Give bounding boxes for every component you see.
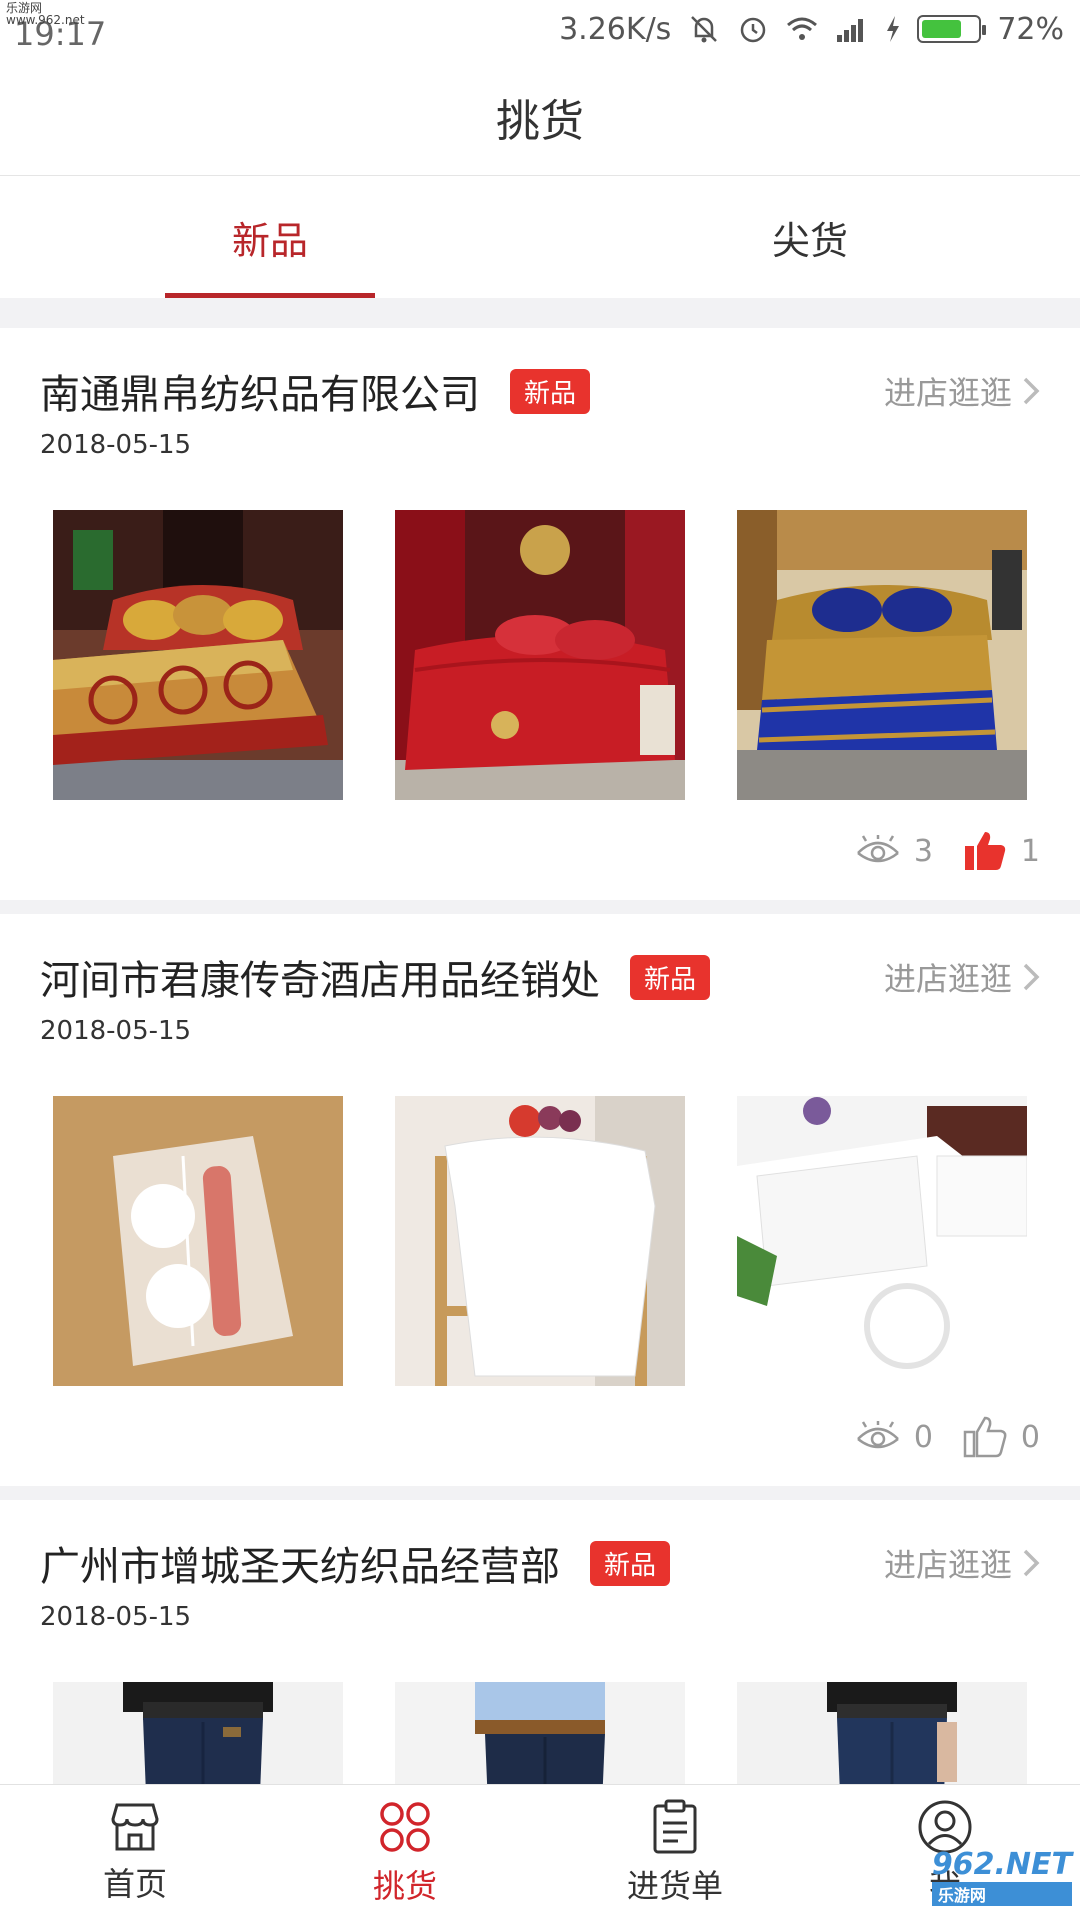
watermark-logo: 962.NET 乐游网 bbox=[931, 1847, 1072, 1906]
store-header: 河间市君康传奇酒店用品经销处 新品 进店逛逛 bbox=[0, 914, 1080, 1008]
battery-icon bbox=[917, 15, 987, 43]
product-image[interactable] bbox=[53, 1682, 343, 1784]
store-name[interactable]: 河间市君康传奇酒店用品经销处 bbox=[40, 948, 600, 1006]
views-stat: 0 bbox=[856, 1420, 933, 1455]
tab-new-items[interactable]: 新品 bbox=[0, 176, 540, 298]
nav-label: 首页 bbox=[102, 1864, 167, 1903]
store-header: 广州市增城圣天纺织品经营部 新品 进店逛逛 bbox=[0, 1500, 1080, 1594]
visit-store-link[interactable]: 进店逛逛 bbox=[884, 368, 1040, 414]
store-stats: 3 1 bbox=[0, 800, 1080, 900]
product-image[interactable] bbox=[53, 510, 343, 800]
store-feed[interactable]: 南通鼎帛纺织品有限公司 新品 进店逛逛 2018-05-15 3 1 河间市君康… bbox=[0, 298, 1080, 1784]
likes-stat[interactable]: 0 bbox=[963, 1416, 1040, 1458]
store-header: 南通鼎帛纺织品有限公司 新品 进店逛逛 bbox=[0, 328, 1080, 422]
views-count: 3 bbox=[913, 833, 933, 869]
store-card: 河间市君康传奇酒店用品经销处 新品 进店逛逛 2018-05-15 0 0 bbox=[0, 914, 1080, 1486]
visit-store-link[interactable]: 进店逛逛 bbox=[884, 1540, 1040, 1586]
battery-percent: 72% bbox=[997, 11, 1064, 47]
battery-fill bbox=[922, 20, 962, 38]
eye-icon bbox=[856, 1421, 899, 1449]
nav-pick-goods[interactable]: 挑货 bbox=[270, 1785, 540, 1920]
mute-icon bbox=[687, 12, 721, 46]
tab-bar: 新品 尖货 bbox=[0, 176, 1080, 298]
visit-label: 进店逛逛 bbox=[883, 374, 1012, 412]
chevron-right-icon bbox=[1023, 963, 1040, 991]
new-badge: 新品 bbox=[510, 368, 591, 414]
product-image[interactable] bbox=[395, 1096, 685, 1386]
new-badge: 新品 bbox=[630, 954, 711, 1000]
tab-label: 尖货 bbox=[771, 218, 848, 263]
thumbs-up-icon bbox=[963, 1416, 1007, 1458]
visit-label: 进店逛逛 bbox=[883, 1546, 1012, 1584]
watermark-text: 乐游网 www.962.net bbox=[6, 1, 85, 27]
views-count: 0 bbox=[913, 1419, 933, 1455]
eye-icon bbox=[856, 835, 899, 863]
clipboard-icon bbox=[653, 1799, 697, 1853]
signal-icon bbox=[835, 15, 869, 43]
views-stat: 3 bbox=[856, 834, 933, 869]
product-photos bbox=[0, 1054, 1080, 1386]
visit-label: 进店逛逛 bbox=[883, 960, 1012, 998]
store-date: 2018-05-15 bbox=[40, 1016, 192, 1046]
shop-icon bbox=[111, 1803, 159, 1850]
grid-icon bbox=[380, 1801, 430, 1852]
nav-purchase-list[interactable]: 进货单 bbox=[540, 1785, 810, 1920]
thumbs-up-filled-icon bbox=[964, 832, 1006, 870]
likes-count: 0 bbox=[1020, 1419, 1040, 1455]
chevron-right-icon bbox=[1023, 377, 1040, 405]
network-speed: 3.26K/s bbox=[559, 11, 672, 47]
store-date: 2018-05-15 bbox=[40, 1602, 192, 1632]
product-photos bbox=[0, 468, 1080, 800]
likes-count: 1 bbox=[1020, 833, 1040, 869]
page-title: 挑货 bbox=[496, 95, 584, 147]
product-image[interactable] bbox=[737, 1096, 1027, 1386]
wifi-icon bbox=[785, 15, 819, 43]
store-card: 南通鼎帛纺织品有限公司 新品 进店逛逛 2018-05-15 3 1 bbox=[0, 328, 1080, 900]
status-bar: 乐游网 www.962.net 19:17 3.26K/s 72% bbox=[0, 0, 1080, 58]
bottom-nav: 首页 挑货 进货单 我 962.NET 乐游网 bbox=[0, 1784, 1080, 1920]
product-photos bbox=[0, 1640, 1080, 1784]
store-date: 2018-05-15 bbox=[40, 430, 192, 460]
product-image[interactable] bbox=[737, 510, 1027, 800]
chevron-right-icon bbox=[1023, 1549, 1040, 1577]
product-image[interactable] bbox=[395, 510, 685, 800]
store-name[interactable]: 广州市增城圣天纺织品经营部 bbox=[40, 1534, 560, 1592]
new-badge: 新品 bbox=[590, 1540, 671, 1586]
title-bar: 挑货 bbox=[0, 58, 1080, 176]
product-image[interactable] bbox=[737, 1682, 1027, 1784]
alarm-icon bbox=[737, 13, 769, 45]
tab-hot-items[interactable]: 尖货 bbox=[540, 176, 1080, 298]
product-image[interactable] bbox=[395, 1682, 685, 1784]
nav-label: 进货单 bbox=[626, 1866, 723, 1905]
likes-stat[interactable]: 1 bbox=[963, 830, 1040, 872]
nav-label: 挑货 bbox=[372, 1866, 437, 1905]
store-stats: 0 0 bbox=[0, 1386, 1080, 1486]
store-name[interactable]: 南通鼎帛纺织品有限公司 bbox=[40, 362, 480, 420]
nav-home[interactable]: 首页 bbox=[0, 1785, 270, 1920]
tab-label: 新品 bbox=[231, 218, 308, 263]
charging-icon bbox=[885, 15, 901, 43]
visit-store-link[interactable]: 进店逛逛 bbox=[884, 954, 1040, 1000]
product-image[interactable] bbox=[53, 1096, 343, 1386]
store-card: 广州市增城圣天纺织品经营部 新品 进店逛逛 2018-05-15 bbox=[0, 1500, 1080, 1784]
watermark-logo-sub: 乐游网 bbox=[931, 1882, 1072, 1906]
watermark-logo-text: 962.NET bbox=[931, 1847, 1072, 1882]
